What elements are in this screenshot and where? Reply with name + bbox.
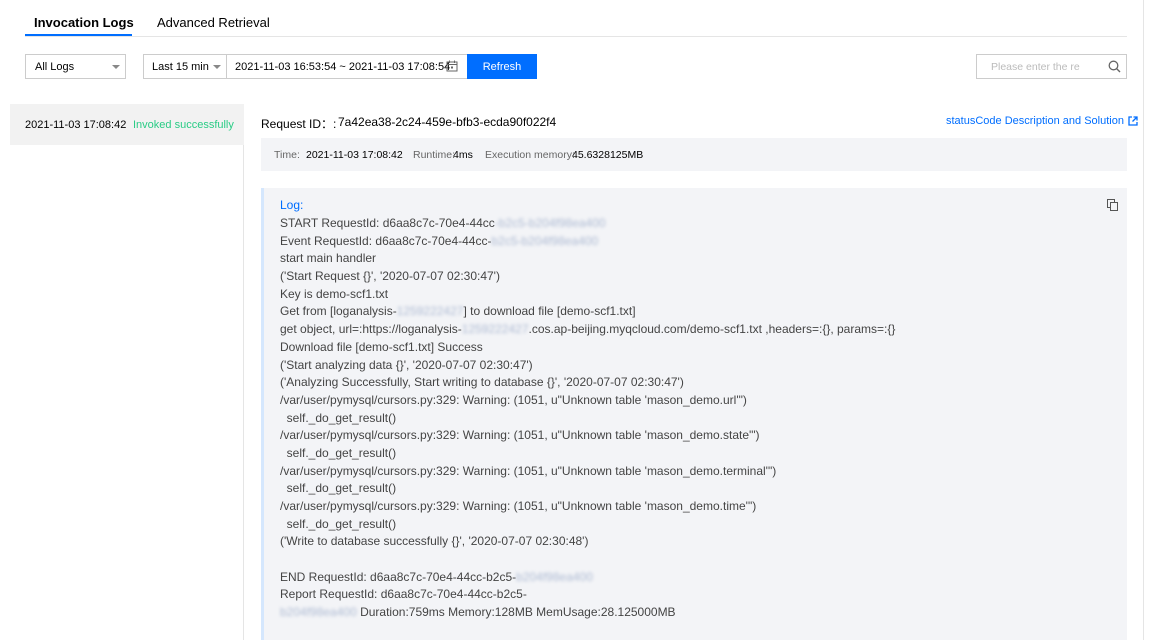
log-line-text-after: .cos.ap-beijing.myqcloud.com/demo-scf1.t…: [528, 322, 896, 337]
calendar-icon: [446, 60, 458, 72]
log-line-text: /var/user/pymysql/cursors.py:329: Warnin…: [280, 499, 757, 513]
log-line: Download file [demo-scf1.txt] Success: [280, 339, 895, 357]
date-range-value: 2021-11-03 16:53:54 ~ 2021-11-03 17:08:5…: [235, 60, 451, 73]
active-tab-indicator: [25, 34, 132, 36]
log-line: get object, url=:https://loganalysis-125…: [280, 321, 895, 339]
log-line-text: /var/user/pymysql/cursors.py:329: Warnin…: [280, 392, 747, 407]
content-right-border: [1143, 0, 1144, 640]
log-line: start main handler: [280, 250, 895, 268]
log-line: END RequestId: d6aa8c7c-70e4-44cc-b2c5-b…: [280, 569, 895, 587]
log-line: /var/user/pymysql/cursors.py:329: Warnin…: [280, 463, 895, 481]
log-line-text: Get from [loganalysis-: [280, 304, 397, 319]
external-link-icon: [1128, 116, 1138, 126]
log-line-text-after: Duration:759ms Memory:128MB MemUsage:28.…: [356, 605, 676, 620]
memory-label: Execution memory:: [485, 149, 575, 161]
invocation-time: 2021-11-03 17:08:42: [25, 119, 127, 131]
runtime-label: Runtime:: [413, 149, 456, 161]
time-label: Time:: [274, 149, 300, 161]
log-line: b204f98ea400 Duration:759ms Memory:128MB…: [280, 604, 895, 622]
tab-bar: Invocation Logs Advanced Retrieval: [25, 0, 1127, 37]
redacted-text: -b2c5-b204f98ea400: [494, 216, 606, 230]
list-divider: [243, 104, 244, 640]
status-code-link[interactable]: statusCode Description and Solution: [946, 115, 1138, 127]
log-line-text: ('Analyzing Successfully, Start writing …: [280, 375, 684, 390]
log-line: self._do_get_result(): [280, 480, 895, 498]
log-line: /var/user/pymysql/cursors.py:329: Warnin…: [280, 498, 895, 516]
runtime-value: 4ms: [453, 149, 473, 161]
time-value: 2021-11-03 17:08:42: [306, 149, 403, 161]
log-line-text-after: ] to download file [demo-scf1.txt]: [463, 304, 636, 319]
redacted-text: b204f98ea400: [516, 569, 593, 584]
log-content: START RequestId: d6aa8c7c-70e4-44cc-b2c5…: [280, 215, 895, 622]
log-line-text: Download file [demo-scf1.txt] Success: [280, 339, 483, 354]
log-line: Report RequestId: d6aa8c7c-70e4-44cc-b2c…: [280, 586, 895, 604]
log-line-text: self._do_get_result(): [280, 481, 397, 496]
status-code-link-label: statusCode Description and Solution: [946, 115, 1124, 127]
log-line-text: /var/user/pymysql/cursors.py:329: Warnin…: [280, 428, 760, 443]
log-filter-select[interactable]: All Logs: [25, 54, 126, 79]
tab-invocation-logs[interactable]: Invocation Logs: [34, 15, 134, 30]
copy-icon[interactable]: [1107, 199, 1119, 211]
log-line: START RequestId: d6aa8c7c-70e4-44cc-b2c5…: [280, 215, 895, 233]
redacted-text: 1259222427: [461, 322, 529, 337]
log-line-text: END RequestId: d6aa8c7c-70e4-44cc-b2c5-: [280, 569, 517, 584]
log-line: Key is demo-scf1.txt: [280, 286, 895, 304]
log-line-text: Report RequestId: d6aa8c7c-70e4-44cc-b2c…: [280, 587, 527, 602]
log-line-text: self._do_get_result(): [280, 445, 397, 460]
log-line-text: self._do_get_result(): [280, 516, 397, 531]
log-filter-value: All Logs: [35, 60, 75, 73]
time-range-select[interactable]: Last 15 minu: [143, 54, 227, 79]
list-item[interactable]: 2021-11-03 17:08:42 Invoked successfully: [10, 104, 244, 145]
redacted-text: 1259222427: [396, 304, 464, 319]
log-line-text: get object, url=:https://loganalysis-: [280, 322, 462, 337]
log-line: /var/user/pymysql/cursors.py:329: Warnin…: [280, 392, 895, 410]
log-line: self._do_get_result(): [280, 516, 895, 534]
chevron-down-icon: [213, 65, 221, 69]
request-id-value: 7a42ea38-2c24-459e-bfb3-ecda90f022f4: [338, 115, 557, 129]
invocation-meta: Time: 2021-11-03 17:08:42 Runtime: 4ms E…: [261, 138, 1127, 171]
log-line-text: ('Write to database successfully {}', '2…: [280, 534, 589, 549]
redacted-text: b204f98ea400: [280, 605, 357, 620]
time-range-value: Last 15 minu: [152, 60, 209, 73]
request-id-label: Request ID：:: [261, 117, 337, 131]
redacted-text: b2c5-b204f98ea400: [491, 233, 599, 248]
log-line: ('Analyzing Successfully, Start writing …: [280, 374, 895, 392]
search-box: [976, 54, 1127, 79]
log-panel: Log: START RequestId: d6aa8c7c-70e4-44cc…: [261, 188, 1127, 640]
search-input[interactable]: [977, 55, 1097, 78]
log-line: Event RequestId: d6aa8c7c-70e4-44cc-b2c5…: [280, 233, 895, 251]
log-line: ('Start Request {}', '2020-07-07 02:30:4…: [280, 268, 895, 286]
log-line: ('Start analyzing data {}', '2020-07-07 …: [280, 357, 895, 375]
refresh-button[interactable]: Refresh: [467, 54, 537, 79]
log-line-text: START RequestId: d6aa8c7c-70e4-44cc: [280, 216, 495, 230]
log-line: Get from [loganalysis-1259222427] to dow…: [280, 303, 895, 321]
log-line-text: ('Start Request {}', '2020-07-07 02:30:4…: [280, 269, 500, 284]
chevron-down-icon: [112, 65, 120, 69]
log-line-text: ('Start analyzing data {}', '2020-07-07 …: [280, 357, 533, 372]
log-line-text: start main handler: [280, 251, 377, 266]
log-line: self._do_get_result(): [280, 445, 895, 463]
log-line-text: self._do_get_result(): [280, 410, 397, 425]
date-range-picker[interactable]: 2021-11-03 16:53:54 ~ 2021-11-03 17:08:5…: [226, 54, 468, 79]
tab-advanced-retrieval[interactable]: Advanced Retrieval: [157, 15, 270, 30]
log-line-text: /var/user/pymysql/cursors.py:329: Warnin…: [280, 463, 777, 478]
invocation-status: Invoked successfully: [133, 119, 234, 131]
log-line: /var/user/pymysql/cursors.py:329: Warnin…: [280, 427, 895, 445]
log-title: Log:: [280, 198, 304, 212]
log-line-text: Key is demo-scf1.txt: [280, 286, 389, 301]
log-line-text: Event RequestId: d6aa8c7c-70e4-44cc-: [280, 233, 492, 248]
memory-value: 45.6328125MB: [572, 149, 644, 161]
search-icon[interactable]: [1108, 60, 1121, 73]
log-line: ('Write to database successfully {}', '2…: [280, 533, 895, 551]
log-line: self._do_get_result(): [280, 410, 895, 428]
